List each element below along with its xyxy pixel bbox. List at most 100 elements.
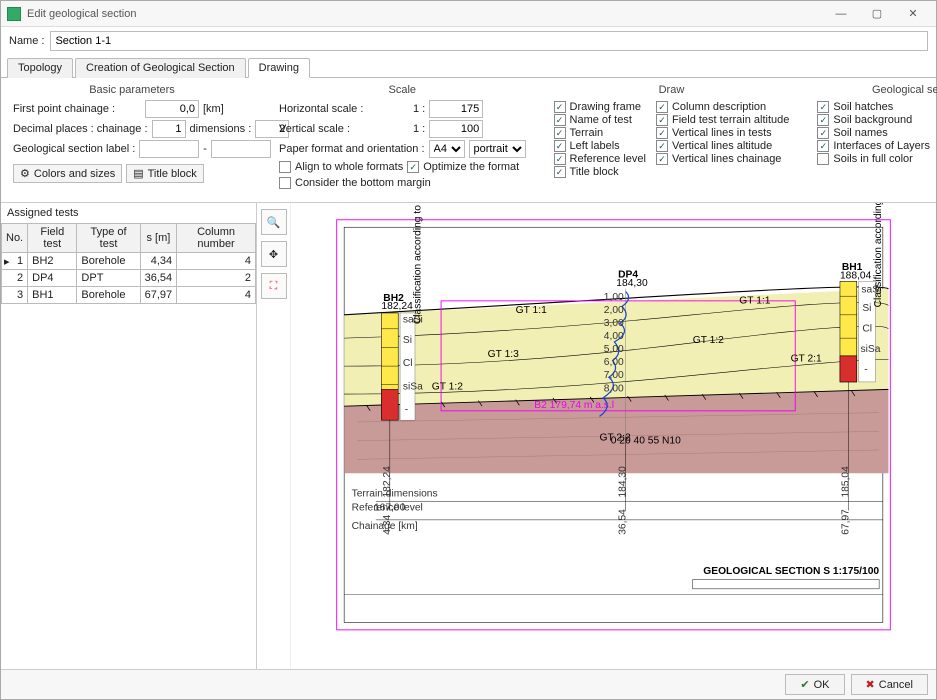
tab-creation[interactable]: Creation of Geological Section [75, 58, 246, 78]
footer-bar: ✔OK ✖Cancel [1, 669, 936, 699]
geo-background-check[interactable]: ✓Soil background [817, 114, 930, 126]
main-area: Assigned tests No. Field test Type of te… [1, 203, 936, 669]
dimensions-label: dimensions : [190, 123, 252, 135]
fit-button[interactable]: ⛶ [261, 273, 287, 299]
section-label-label: Geological section label : [13, 143, 135, 155]
section-label-input-2[interactable] [211, 140, 271, 158]
draw-vlines-alt-check[interactable]: ✓Vertical lines altitude [656, 140, 789, 152]
svg-text:Cl: Cl [403, 358, 413, 369]
group-draw: Draw ✓Drawing frame ✓Name of test ✓Terra… [548, 82, 796, 194]
ok-button[interactable]: ✔OK [785, 674, 844, 695]
draw-left-labels-check[interactable]: ✓Left labels [554, 140, 646, 152]
svg-text:GT 1:2: GT 1:2 [693, 335, 724, 346]
basic-title: Basic parameters [13, 84, 251, 96]
assigned-table: No. Field test Type of test s [m] Column… [1, 223, 256, 304]
draw-vlines-chain-check[interactable]: ✓Vertical lines chainage [656, 153, 789, 165]
minimize-button[interactable]: — [824, 4, 858, 24]
move-icon: ✥ [269, 248, 278, 261]
cancel-button[interactable]: ✖Cancel [851, 674, 928, 695]
fit-icon: ⛶ [270, 280, 278, 293]
row-marker-icon: ▸ [4, 255, 10, 268]
geo-hatches-check[interactable]: ✓Soil hatches [817, 101, 930, 113]
section-drawing: B2 179,74 m a.s.l GT 1:1 GT 1:1 GT 1:3 G… [291, 203, 936, 669]
table-row[interactable]: 2 DP4 DPT 36,54 2 [2, 270, 256, 287]
zoom-button[interactable]: 🔍 [261, 209, 287, 235]
svg-text:B2 179,74 m a.s.l: B2 179,74 m a.s.l [534, 400, 614, 411]
svg-text:Cl: Cl [862, 324, 872, 335]
options-panel: Basic parameters First point chainage : … [1, 78, 936, 203]
svg-text:-: - [864, 365, 867, 376]
svg-text:GT 1:1: GT 1:1 [516, 305, 547, 316]
geo-fullcolor-check[interactable]: Soils in full color [817, 153, 930, 165]
draw-vlines-tests-check[interactable]: ✓Vertical lines in tests [656, 127, 789, 139]
svg-text:4,34: 4,34 [382, 515, 393, 535]
scale-title: Scale [279, 84, 526, 96]
table-row[interactable]: 3 BH1 Borehole 67,97 4 [2, 287, 256, 304]
geo-title: Geological section [817, 84, 937, 96]
app-window: Edit geological section — ▢ ✕ Name : Top… [0, 0, 937, 700]
col-no[interactable]: No. [2, 224, 28, 253]
svg-text:2,00: 2,00 [604, 305, 624, 316]
col-fieldtest[interactable]: Field test [28, 224, 77, 253]
geo-interfaces-check[interactable]: ✓Interfaces of Layers [817, 140, 930, 152]
gear-icon: ⚙ [20, 167, 30, 180]
table-row[interactable]: ▸1 BH2 Borehole 4,34 4 [2, 253, 256, 270]
tab-drawing[interactable]: Drawing [248, 58, 310, 78]
colors-sizes-button[interactable]: ⚙ Colors and sizes [13, 164, 122, 183]
draw-terrain-check[interactable]: ✓Terrain [554, 127, 646, 139]
svg-text:188,04: 188,04 [840, 270, 872, 281]
svg-text:7,00: 7,00 [604, 370, 624, 381]
draw-titleblock-check[interactable]: ✓Title block [554, 166, 646, 178]
view-toolbox: 🔍 ✥ ⛶ [257, 203, 291, 669]
draw-frame-check[interactable]: ✓Drawing frame [554, 101, 646, 113]
svg-text:GT 2:1: GT 2:1 [791, 353, 822, 364]
draw-coldesc-check[interactable]: ✓Column description [656, 101, 789, 113]
svg-text:GEOLOGICAL SECTION S 1:175/100: GEOLOGICAL SECTION S 1:175/100 [703, 566, 879, 577]
vert-prefix: 1 : [413, 123, 425, 135]
align-check[interactable]: Align to whole formats [279, 161, 403, 173]
tab-topology[interactable]: Topology [7, 58, 73, 78]
close-button[interactable]: ✕ [896, 4, 930, 24]
horiz-scale-label: Horizontal scale : [279, 103, 409, 115]
svg-text:184,30: 184,30 [618, 466, 629, 498]
group-scale: Scale Horizontal scale : 1 : Vertical sc… [273, 82, 532, 194]
paper-orient-select[interactable]: portrait [469, 140, 526, 158]
title-block-button[interactable]: ▤ Title block [126, 164, 204, 183]
svg-text:siSa: siSa [403, 381, 423, 392]
vert-scale-input[interactable] [429, 120, 483, 138]
section-label-input-1[interactable] [139, 140, 199, 158]
col-type[interactable]: Type of test [77, 224, 140, 253]
svg-text:36,54: 36,54 [618, 509, 629, 535]
pan-button[interactable]: ✥ [261, 241, 287, 267]
svg-text:3,00: 3,00 [604, 318, 624, 329]
svg-text:182,24: 182,24 [382, 466, 393, 498]
assigned-panel: Assigned tests No. Field test Type of te… [1, 203, 257, 669]
draw-title: Draw [554, 84, 790, 96]
svg-text:67,97: 67,97 [840, 509, 851, 535]
paper-format-select[interactable]: A4 [429, 140, 465, 158]
name-input[interactable] [50, 31, 928, 51]
svg-text:Si: Si [403, 335, 412, 346]
svg-text:4,00: 4,00 [604, 331, 624, 342]
cross-icon: ✖ [866, 678, 875, 691]
draw-ft-alt-check[interactable]: ✓Field test terrain altitude [656, 114, 789, 126]
col-s[interactable]: s [m] [140, 224, 177, 253]
first-chainage-input[interactable] [145, 100, 199, 118]
svg-text:184,30: 184,30 [616, 278, 648, 289]
geo-names-check[interactable]: ✓Soil names [817, 127, 930, 139]
svg-text:Si: Si [862, 303, 871, 314]
draw-name-check[interactable]: ✓Name of test [554, 114, 646, 126]
decimals-input[interactable] [152, 120, 186, 138]
window-title: Edit geological section [27, 8, 824, 20]
svg-text:185,04: 185,04 [840, 466, 851, 498]
horiz-prefix: 1 : [413, 103, 425, 115]
maximize-button[interactable]: ▢ [860, 4, 894, 24]
horiz-scale-input[interactable] [429, 100, 483, 118]
optimize-check[interactable]: ✓Optimize the format [407, 161, 519, 173]
col-coln[interactable]: Column number [177, 224, 256, 253]
drawing-canvas[interactable]: B2 179,74 m a.s.l GT 1:1 GT 1:1 GT 1:3 G… [291, 203, 936, 669]
bottom-margin-check[interactable]: Consider the bottom margin [279, 177, 431, 189]
svg-text:167,00: 167,00 [374, 503, 406, 514]
app-icon [7, 7, 21, 21]
draw-reflevel-check[interactable]: ✓Reference level [554, 153, 646, 165]
